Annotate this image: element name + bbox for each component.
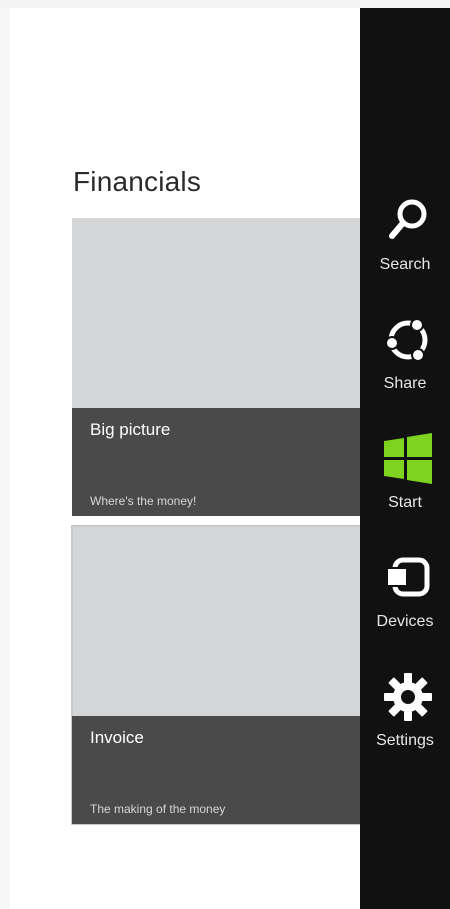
tile-title: Big picture bbox=[90, 420, 171, 439]
charm-label: Share bbox=[383, 375, 427, 392]
charm-devices[interactable]: Devices bbox=[360, 551, 450, 661]
charm-label: Start bbox=[388, 494, 422, 511]
charm-label: Search bbox=[379, 256, 431, 273]
tile-invoice[interactable]: Invoice The making of the money bbox=[71, 525, 373, 825]
windows-start-icon bbox=[384, 433, 432, 484]
charm-label: Settings bbox=[376, 732, 434, 749]
left-edge bbox=[0, 8, 10, 909]
section-title: Financials bbox=[73, 166, 202, 197]
app-window: Financials Big picture Where's the money… bbox=[0, 0, 450, 909]
share-icon bbox=[385, 318, 428, 362]
devices-icon bbox=[386, 557, 430, 597]
tile-title: Invoice bbox=[90, 728, 144, 747]
charms-bar: Search Share Start Devices Settings bbox=[360, 8, 450, 909]
charm-start[interactable]: Start bbox=[360, 432, 450, 542]
tile-big-picture[interactable]: Big picture Where's the money! bbox=[72, 218, 372, 516]
settings-gear-icon bbox=[384, 673, 432, 721]
charm-search[interactable]: Search bbox=[360, 194, 450, 304]
top-strip bbox=[0, 0, 450, 8]
charm-settings[interactable]: Settings bbox=[360, 670, 450, 780]
search-icon bbox=[389, 199, 427, 239]
charm-share[interactable]: Share bbox=[360, 313, 450, 423]
tile-subtitle: The making of the money bbox=[90, 802, 226, 816]
charm-label: Devices bbox=[376, 613, 434, 630]
tile-caption: Big picture Where's the money! bbox=[72, 408, 372, 516]
tile-caption: Invoice The making of the money bbox=[72, 716, 372, 824]
tile-subtitle: Where's the money! bbox=[90, 494, 197, 508]
